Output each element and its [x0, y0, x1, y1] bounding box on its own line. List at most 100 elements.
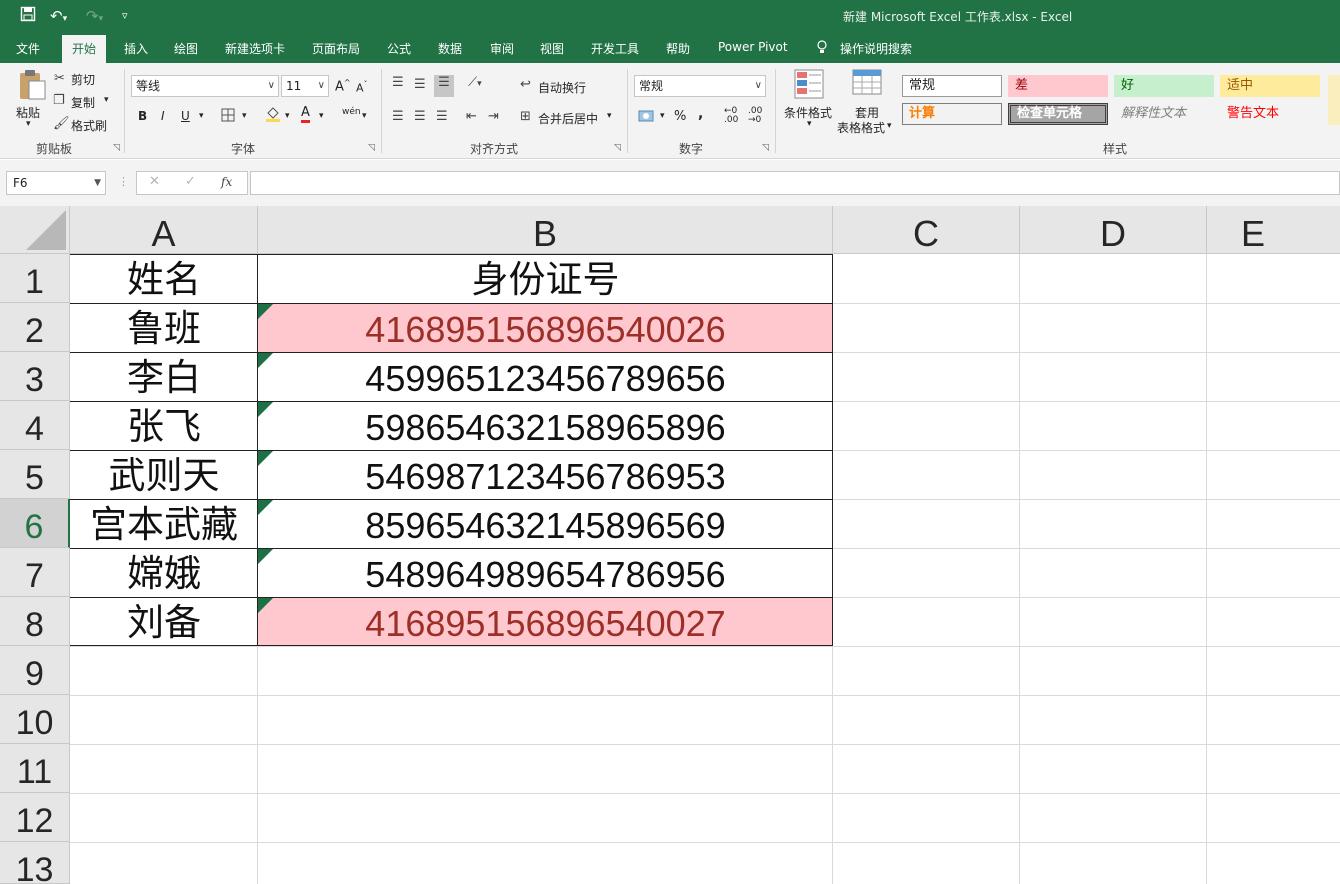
- decrease-indent-icon[interactable]: ⇤: [466, 109, 477, 124]
- style-check-cell[interactable]: 检查单元格: [1008, 103, 1108, 125]
- confirm-entry-icon[interactable]: ✓: [185, 174, 196, 189]
- row-header[interactable]: 9: [0, 646, 70, 695]
- increase-indent-icon[interactable]: ⇥: [488, 109, 499, 124]
- number-as-text-indicator-icon[interactable]: [258, 500, 273, 515]
- number-as-text-indicator-icon[interactable]: [258, 353, 273, 368]
- tab-data[interactable]: 数据: [438, 40, 462, 57]
- format-as-table-icon[interactable]: [852, 69, 882, 103]
- percent-style-button[interactable]: %: [674, 109, 686, 124]
- orientation-icon[interactable]: ⟋▾: [468, 75, 482, 90]
- font-name-select[interactable]: 等线 ∨: [131, 75, 279, 97]
- bold-button[interactable]: B: [138, 109, 147, 123]
- number-as-text-indicator-icon[interactable]: [258, 549, 273, 564]
- format-painter-button[interactable]: 格式刷: [71, 117, 107, 134]
- alignment-launcher-icon[interactable]: ◹: [614, 143, 621, 153]
- row-header[interactable]: 11: [0, 744, 70, 793]
- conditional-format-icon[interactable]: [794, 69, 824, 103]
- comma-style-button[interactable]: ,: [698, 106, 703, 122]
- row-header[interactable]: 10: [0, 695, 70, 744]
- accounting-dropdown-icon[interactable]: ▾: [660, 111, 665, 121]
- fill-color-icon[interactable]: [264, 105, 282, 127]
- copy-dropdown-icon[interactable]: ▾: [104, 95, 109, 105]
- row-header[interactable]: 1: [0, 254, 70, 303]
- align-right-icon[interactable]: ☰: [436, 109, 448, 124]
- insert-function-icon[interactable]: fx: [221, 175, 232, 189]
- underline-button[interactable]: U: [181, 109, 190, 123]
- borders-dropdown-icon[interactable]: ▾: [242, 111, 247, 121]
- tab-developer[interactable]: 开发工具: [591, 40, 639, 57]
- tab-file[interactable]: 文件: [16, 40, 40, 57]
- undo-icon[interactable]: ↶▾: [50, 6, 67, 26]
- save-icon[interactable]: [20, 6, 36, 26]
- align-center-icon[interactable]: ☰: [414, 109, 426, 124]
- column-header-a[interactable]: A: [70, 206, 258, 254]
- tab-home[interactable]: 开始: [62, 35, 107, 63]
- style-normal[interactable]: 常规: [902, 75, 1002, 97]
- merge-center-button[interactable]: 合并后居中: [538, 110, 598, 127]
- redo-icon[interactable]: ↷▾: [86, 6, 103, 26]
- format-as-table-dropdown-icon[interactable]: ▾: [887, 121, 892, 131]
- tab-review[interactable]: 审阅: [490, 40, 514, 57]
- tab-power-pivot[interactable]: Power Pivot: [718, 40, 788, 54]
- style-bad[interactable]: 差: [1008, 75, 1108, 97]
- style-good[interactable]: 好: [1114, 75, 1214, 97]
- font-color-dropdown-icon[interactable]: ▾: [319, 111, 324, 121]
- wrap-text-icon[interactable]: ↩: [520, 77, 531, 92]
- underline-dropdown-icon[interactable]: ▾: [199, 111, 204, 121]
- clipboard-launcher-icon[interactable]: ◹: [113, 143, 120, 153]
- copy-button[interactable]: 复制: [71, 94, 95, 111]
- row-header[interactable]: 12: [0, 793, 70, 842]
- style-warning[interactable]: 警告文本: [1220, 103, 1320, 125]
- row-header[interactable]: 7: [0, 548, 70, 597]
- row-header-selected[interactable]: 6: [0, 499, 70, 548]
- tell-me-search[interactable]: 操作说明搜索: [840, 40, 912, 57]
- customize-quick-access-icon[interactable]: ▿: [122, 6, 128, 26]
- row-header[interactable]: 8: [0, 597, 70, 646]
- merge-dropdown-icon[interactable]: ▾: [607, 111, 612, 121]
- phonetic-guide-button[interactable]: wén: [342, 107, 361, 117]
- format-as-table-label-2[interactable]: 表格格式: [837, 119, 885, 136]
- row-header[interactable]: 3: [0, 352, 70, 401]
- copy-icon[interactable]: ❐: [53, 93, 65, 108]
- font-size-select[interactable]: 11 ∨: [281, 75, 329, 97]
- paste-dropdown-icon[interactable]: ▾: [26, 119, 31, 129]
- increase-font-size-button[interactable]: A^: [335, 78, 351, 94]
- cancel-entry-icon[interactable]: ✕: [149, 174, 160, 189]
- column-header-d[interactable]: D: [1020, 206, 1207, 254]
- row-header[interactable]: 5: [0, 450, 70, 499]
- formula-input[interactable]: [250, 171, 1340, 195]
- borders-icon[interactable]: [221, 108, 235, 126]
- number-launcher-icon[interactable]: ◹: [762, 143, 769, 153]
- style-explanatory[interactable]: 解释性文本: [1114, 103, 1214, 125]
- row-header[interactable]: 4: [0, 401, 70, 450]
- name-box[interactable]: F6 ▼: [6, 171, 106, 195]
- format-painter-icon[interactable]: 🖌: [53, 116, 70, 131]
- align-top-icon[interactable]: ☰: [392, 75, 404, 90]
- style-calculation[interactable]: 计算: [902, 103, 1002, 125]
- conditional-format-dropdown-icon[interactable]: ▾: [807, 119, 812, 129]
- fill-color-dropdown-icon[interactable]: ▾: [285, 111, 290, 121]
- align-left-icon[interactable]: ☰: [392, 109, 404, 124]
- font-color-button[interactable]: A: [301, 106, 310, 123]
- accounting-format-icon[interactable]: [638, 108, 656, 128]
- tab-help[interactable]: 帮助: [666, 40, 690, 57]
- decrease-font-size-button[interactable]: Aˇ: [356, 80, 368, 95]
- tab-formulas[interactable]: 公式: [387, 40, 411, 57]
- align-bottom-icon[interactable]: ☰: [434, 75, 454, 97]
- cut-icon[interactable]: ✂: [54, 71, 65, 86]
- number-format-select[interactable]: 常规 ∨: [634, 75, 766, 97]
- merge-center-icon[interactable]: ⊞: [520, 109, 531, 124]
- font-launcher-icon[interactable]: ◹: [368, 143, 375, 153]
- tab-view[interactable]: 视图: [540, 40, 564, 57]
- number-as-text-indicator-icon[interactable]: [258, 304, 273, 319]
- number-as-text-indicator-icon[interactable]: [258, 402, 273, 417]
- column-header-b[interactable]: B: [258, 206, 833, 254]
- phonetic-dropdown-icon[interactable]: ▾: [362, 111, 367, 121]
- row-header[interactable]: 2: [0, 303, 70, 352]
- number-as-text-indicator-icon[interactable]: [258, 451, 273, 466]
- wrap-text-button[interactable]: 自动换行: [538, 79, 586, 96]
- tab-new-tab[interactable]: 新建选项卡: [225, 40, 285, 57]
- column-header-e[interactable]: E: [1207, 206, 1340, 254]
- column-header-c[interactable]: C: [833, 206, 1020, 254]
- cut-button[interactable]: 剪切: [71, 71, 95, 88]
